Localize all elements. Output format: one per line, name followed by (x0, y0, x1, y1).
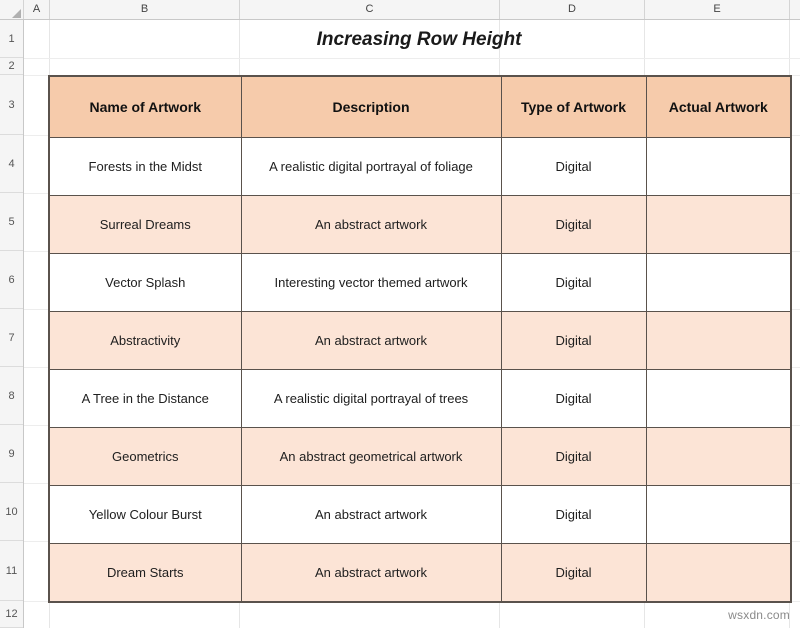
artwork-table: Name of Artwork Description Type of Artw… (48, 75, 792, 603)
row-header-label: 10 (5, 506, 18, 518)
cell-artwork-type[interactable]: Digital (500, 543, 647, 602)
cell-actual-artwork[interactable] (645, 427, 792, 486)
cell-artwork-description[interactable]: An abstract artwork (240, 485, 502, 544)
column-header-a[interactable]: A (24, 0, 50, 19)
row-header-11[interactable]: 11 (0, 541, 23, 601)
cell-artwork-description[interactable]: Interesting vector themed artwork (240, 253, 502, 312)
cell-actual-artwork[interactable] (645, 311, 792, 370)
cell-artwork-name[interactable]: Yellow Colour Burst (48, 485, 242, 544)
row-header-4[interactable]: 4 (0, 135, 23, 193)
table-row: A Tree in the Distance A realistic digita… (48, 369, 792, 428)
table-row: Geometrics An abstract geometrical artwor… (48, 427, 792, 486)
cell-actual-artwork[interactable] (645, 195, 792, 254)
cell-artwork-description[interactable]: A realistic digital portrayal of foliage (240, 137, 502, 196)
cell-artwork-type[interactable]: Digital (500, 311, 647, 370)
column-header-c[interactable]: C (240, 0, 500, 19)
row-header-1[interactable]: 1 (0, 20, 23, 58)
cell-artwork-description[interactable]: An abstract artwork (240, 543, 502, 602)
cell-artwork-name[interactable]: Dream Starts (48, 543, 242, 602)
row-header-7[interactable]: 7 (0, 309, 23, 367)
select-all-triangle-icon (12, 9, 21, 18)
row-header-label: 6 (8, 274, 15, 286)
cell-artwork-type[interactable]: Digital (500, 369, 647, 428)
row-header-label: 8 (8, 390, 15, 402)
row-header-10[interactable]: 10 (0, 483, 23, 541)
select-all-corner[interactable] (0, 0, 24, 19)
row-header-5[interactable]: 5 (0, 193, 23, 251)
table-row: Abstractivity An abstract artwork Digital (48, 311, 792, 370)
row-header-label: 5 (8, 216, 15, 228)
row-header-label: 7 (8, 332, 15, 344)
row-header-label: 9 (8, 448, 15, 460)
column-header-type[interactable]: Type of Artwork (500, 75, 647, 138)
cell-artwork-description[interactable]: A realistic digital portrayal of trees (240, 369, 502, 428)
row-header-9[interactable]: 9 (0, 425, 23, 483)
row-header-3[interactable]: 3 (0, 75, 23, 135)
table-row: Vector Splash Interesting vector themed a… (48, 253, 792, 312)
cell-artwork-name[interactable]: Forests in the Midst (48, 137, 242, 196)
column-header-strip: A B C D E (0, 0, 800, 20)
row-header-6[interactable]: 6 (0, 251, 23, 309)
cell-artwork-name[interactable]: Surreal Dreams (48, 195, 242, 254)
cell-artwork-description[interactable]: An abstract artwork (240, 311, 502, 370)
cell-actual-artwork[interactable] (645, 137, 792, 196)
table-row: Dream Starts An abstract artwork Digital (48, 543, 792, 602)
column-header-e[interactable]: E (645, 0, 790, 19)
row-header-label: 2 (8, 60, 15, 72)
cell-artwork-name[interactable]: Abstractivity (48, 311, 242, 370)
column-header-name[interactable]: Name of Artwork (48, 75, 242, 138)
row-header-8[interactable]: 8 (0, 367, 23, 425)
row-header-label: 11 (5, 565, 18, 577)
spreadsheet-canvas: Increasing Row Height Name of Artwork De… (0, 0, 800, 628)
table-row: Forests in the Midst A realistic digital … (48, 137, 792, 196)
cell-artwork-description[interactable]: An abstract artwork (240, 195, 502, 254)
cell-artwork-type[interactable]: Digital (500, 137, 647, 196)
row-header-label: 4 (8, 158, 15, 170)
row-header-2[interactable]: 2 (0, 58, 23, 75)
cell-actual-artwork[interactable] (645, 485, 792, 544)
cell-artwork-name[interactable]: A Tree in the Distance (48, 369, 242, 428)
cell-actual-artwork[interactable] (645, 369, 792, 428)
row-header-label: 3 (8, 99, 15, 111)
column-header-d[interactable]: D (500, 0, 645, 19)
cell-actual-artwork[interactable] (645, 253, 792, 312)
column-header-description[interactable]: Description (240, 75, 502, 138)
row-header-12[interactable]: 12 (0, 601, 23, 628)
column-header-b[interactable]: B (50, 0, 240, 19)
cell-actual-artwork[interactable] (645, 543, 792, 602)
grid-line-horizontal (24, 58, 800, 59)
cell-artwork-type[interactable]: Digital (500, 427, 647, 486)
cell-artwork-type[interactable]: Digital (500, 195, 647, 254)
row-header-strip: 1 2 3 4 5 6 7 8 9 10 11 12 (0, 20, 24, 628)
cell-artwork-name[interactable]: Vector Splash (48, 253, 242, 312)
cell-artwork-type[interactable]: Digital (500, 253, 647, 312)
watermark-text: wsxdn.com (728, 608, 790, 622)
page-title: Increasing Row Height (316, 29, 522, 50)
row-header-label: 12 (5, 608, 18, 620)
table-row: Yellow Colour Burst An abstract artwork Di… (48, 485, 792, 544)
table-row: Surreal Dreams An abstract artwork Digital (48, 195, 792, 254)
cell-artwork-type[interactable]: Digital (500, 485, 647, 544)
row-header-label: 1 (8, 33, 15, 45)
table-header-row: Name of Artwork Description Type of Artw… (48, 75, 792, 138)
cell-artwork-name[interactable]: Geometrics (48, 427, 242, 486)
cell-artwork-description[interactable]: An abstract geometrical artwork (240, 427, 502, 486)
column-header-actual[interactable]: Actual Artwork (645, 75, 792, 138)
